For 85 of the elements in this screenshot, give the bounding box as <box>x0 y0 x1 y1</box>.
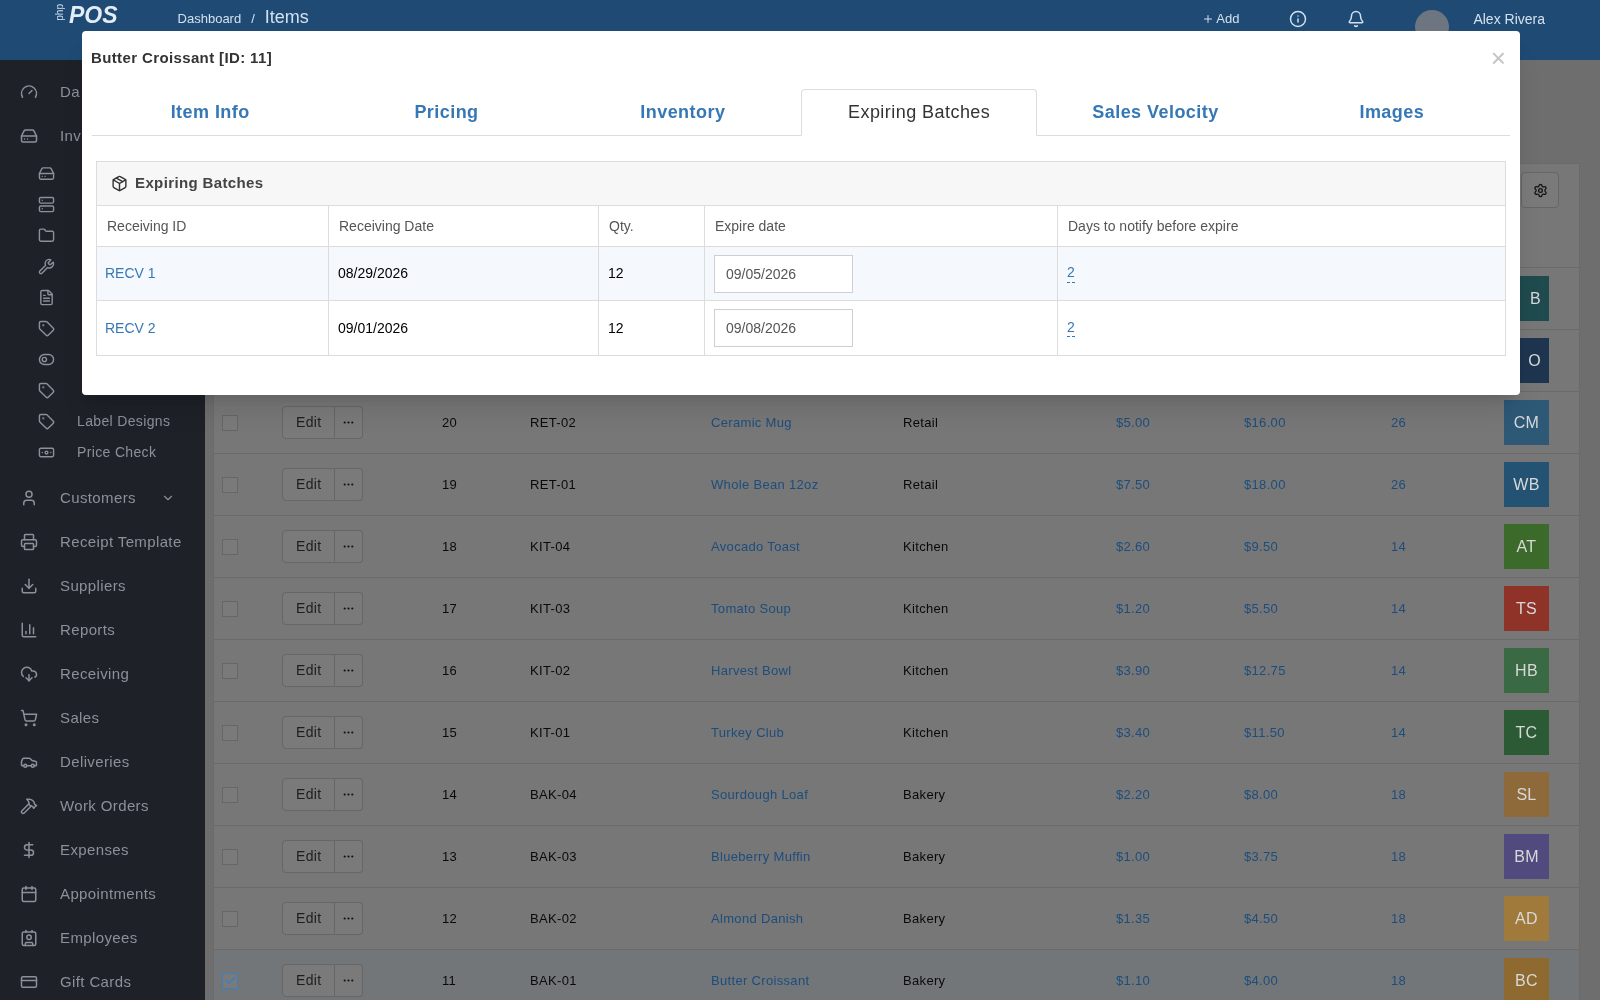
item-number-text: KIT-01 <box>530 724 571 740</box>
item-thumbnail: TS <box>1504 586 1549 631</box>
price-text: $4.00 <box>1244 972 1279 988</box>
category-text: Retail <box>903 414 939 430</box>
id-text: 19 <box>442 476 458 492</box>
item-thumbnail: CM <box>1504 400 1549 445</box>
date-text: 09/01/2026 <box>338 318 409 338</box>
id-text: 16 <box>442 662 458 678</box>
price-text: $5.50 <box>1244 600 1279 616</box>
item-number-text: KIT-02 <box>530 662 571 678</box>
quantity-text: 26 <box>1391 476 1407 492</box>
logo: POS <box>69 4 118 27</box>
column-header: Receiving Date <box>339 216 434 236</box>
category-text: Kitchen <box>903 724 949 740</box>
breadcrumb-current: Items <box>264 8 309 26</box>
cost-text: $3.40 <box>1116 724 1151 740</box>
cost-text: $2.60 <box>1116 538 1151 554</box>
item-number-text: BAK-03 <box>530 848 577 864</box>
id-text: 13 <box>442 848 458 864</box>
category-text: Retail <box>903 476 939 492</box>
cost-text: $5.00 <box>1116 414 1151 430</box>
item-thumbnail: SL <box>1504 772 1549 817</box>
price-text: $18.00 <box>1244 476 1286 492</box>
item-thumbnail: AT <box>1504 524 1549 569</box>
item-thumbnail: AD <box>1504 896 1549 941</box>
item-number-text: RET-02 <box>530 414 577 430</box>
quantity-text: 14 <box>1391 662 1407 678</box>
item-thumbnail: BM <box>1504 834 1549 879</box>
dialog-title: Butter Croissant [ID: 11] <box>91 47 273 68</box>
item-thumbnail: TC <box>1504 710 1549 755</box>
price-text: $8.00 <box>1244 786 1279 802</box>
category-text: Kitchen <box>903 538 949 554</box>
quantity-text: 12 <box>608 264 624 283</box>
breadcrumb-separator: / <box>251 12 255 25</box>
item-thumbnail: HB <box>1504 648 1549 693</box>
item-number-text: KIT-04 <box>530 538 571 554</box>
quantity-text: 18 <box>1391 848 1407 864</box>
price-text: $9.50 <box>1244 538 1279 554</box>
id-text: 20 <box>442 414 458 430</box>
category-text: Bakery <box>903 848 946 864</box>
category-text: Bakery <box>903 786 946 802</box>
cost-text: $3.90 <box>1116 662 1151 678</box>
cost-text: $1.20 <box>1116 600 1151 616</box>
cost-text: $7.50 <box>1116 476 1151 492</box>
item-number-text: BAK-01 <box>530 972 577 988</box>
quantity-text: 26 <box>1391 414 1407 430</box>
category-text: Bakery <box>903 972 946 988</box>
cost-text: $1.00 <box>1116 848 1151 864</box>
item-number-text: RET-01 <box>530 476 577 492</box>
quantity-text: 14 <box>1391 600 1407 616</box>
column-header: Days to notify before expire <box>1068 216 1239 236</box>
price-text: $11.50 <box>1244 724 1285 740</box>
item-number-text: BAK-04 <box>530 786 577 802</box>
id-text: 18 <box>442 538 458 554</box>
column-header: Receiving ID <box>107 216 187 236</box>
cost-text: $2.20 <box>1116 786 1151 802</box>
id-text: 17 <box>442 600 458 616</box>
cost-text: $1.10 <box>1116 972 1151 988</box>
column-header: Expire date <box>715 216 786 236</box>
quantity-text: 14 <box>1391 724 1407 740</box>
price-text: $4.50 <box>1244 910 1279 926</box>
quantity-text: 18 <box>1391 786 1407 802</box>
item-number-text: BAK-02 <box>530 910 577 926</box>
id-text: 14 <box>442 786 458 802</box>
id-text: 15 <box>442 724 458 740</box>
date-text: 08/29/2026 <box>338 264 409 283</box>
id-text: 11 <box>442 972 457 988</box>
item-thumbnail: WB <box>1504 462 1549 507</box>
category-text: Bakery <box>903 910 946 926</box>
price-text: $12.75 <box>1244 662 1286 678</box>
quantity-text: 12 <box>608 318 624 338</box>
id-text: 12 <box>442 910 458 926</box>
logo-small-text: php <box>55 4 65 21</box>
panel-title: Expiring Batches <box>135 173 264 194</box>
quantity-text: 18 <box>1391 910 1407 926</box>
category-text: Kitchen <box>903 600 949 616</box>
price-text: $3.75 <box>1244 848 1279 864</box>
quantity-text: 18 <box>1391 972 1407 988</box>
item-thumbnail: BC <box>1504 958 1549 1000</box>
category-text: Kitchen <box>903 662 949 678</box>
item-number-text: KIT-03 <box>530 600 571 616</box>
cost-text: $1.35 <box>1116 910 1151 926</box>
quantity-text: 14 <box>1391 538 1407 554</box>
column-header: Qty. <box>609 216 634 236</box>
price-text: $16.00 <box>1244 414 1286 430</box>
